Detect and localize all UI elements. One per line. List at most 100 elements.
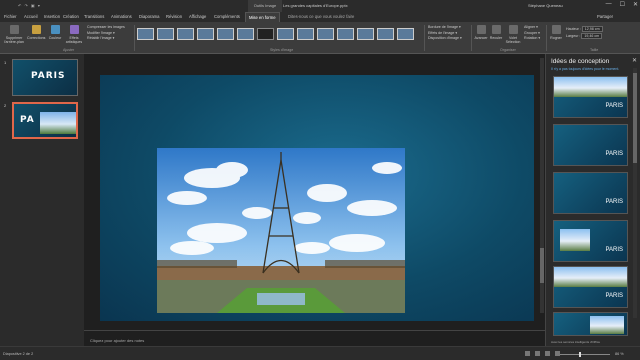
tell-me-search[interactable]: Dites-nous ce que vous voulez faire: [288, 14, 354, 19]
rotate-button[interactable]: Rotation ▾: [524, 36, 540, 42]
picture-style-13[interactable]: [377, 28, 394, 40]
picture-style-3[interactable]: [177, 28, 194, 40]
picture-style-4[interactable]: [197, 28, 214, 40]
slide-thumbnail-1[interactable]: PARIS: [12, 59, 78, 96]
picture-style-6[interactable]: [237, 28, 254, 40]
selection-pane-button[interactable]: Volet Sélection: [504, 25, 522, 44]
design-idea-1[interactable]: PARIS: [553, 76, 628, 118]
tab-diaporama[interactable]: Diaporama: [139, 14, 159, 19]
design-idea-3[interactable]: PARIS: [553, 172, 628, 214]
close-button[interactable]: ✕: [633, 1, 638, 8]
design-pane-scrollbar[interactable]: [633, 68, 637, 318]
picture-style-2[interactable]: [157, 28, 174, 40]
arrange-group-label: Organiser: [500, 48, 516, 52]
eiffel-tower-photo[interactable]: [157, 148, 405, 313]
slide-number: 1: [4, 60, 7, 65]
notes-placeholder[interactable]: Cliquez pour ajouter des notes: [90, 338, 144, 343]
window-controls: — ☐ ✕: [606, 1, 638, 8]
tab-fichier[interactable]: Fichier: [4, 14, 17, 19]
design-idea-6[interactable]: [553, 312, 628, 336]
slide-scrollbar[interactable]: [540, 58, 544, 313]
artistic-effects-button[interactable]: Effets artistiques: [64, 25, 84, 44]
remove-background-icon: [9, 25, 19, 34]
tab-mise-en-forme[interactable]: Mise en forme: [245, 12, 280, 22]
color-button[interactable]: Couleur: [47, 25, 63, 40]
crop-button[interactable]: Rogner: [549, 25, 563, 40]
picture-style-14[interactable]: [397, 28, 414, 40]
separator: [424, 25, 425, 51]
view-buttons: [525, 351, 560, 356]
width-label: Largeur :: [566, 34, 581, 38]
corrections-button[interactable]: Corrections: [27, 25, 45, 40]
tab-revision[interactable]: Révision: [166, 14, 182, 19]
adjust-group-label: Ajuster: [63, 48, 75, 52]
height-row: Hauteur : 12,98 cm: [566, 26, 603, 33]
picture-style-1[interactable]: [137, 28, 154, 40]
tab-complements[interactable]: Compléments: [214, 14, 240, 19]
design-idea-2[interactable]: PARIS: [553, 124, 628, 166]
picture-layout-button[interactable]: Disposition d'image ▾: [428, 36, 462, 42]
status-bar: Diapositive 2 de 2 86 %: [0, 346, 640, 360]
tab-animations[interactable]: Animations: [111, 14, 132, 19]
slide-thumbnail-2[interactable]: PA: [12, 102, 78, 139]
design-ideas-subtitle[interactable]: Il n'y a pas toujours d'idées pour le mo…: [551, 67, 619, 71]
bring-forward-button[interactable]: Avancer: [474, 25, 488, 40]
picture-style-8[interactable]: [277, 28, 294, 40]
normal-view-icon[interactable]: [525, 351, 530, 356]
tab-affichage[interactable]: Affichage: [189, 14, 206, 19]
reading-view-icon[interactable]: [545, 351, 550, 356]
design-idea-image: [560, 229, 590, 251]
ribbon-tabs: Fichier Accueil Insertion Création Trans…: [0, 12, 640, 22]
picture-style-11[interactable]: [337, 28, 354, 40]
slide-thumbnail-image: [40, 112, 76, 134]
tab-insertion[interactable]: Insertion: [44, 14, 60, 19]
tab-accueil[interactable]: Accueil: [24, 14, 38, 19]
picture-border-button[interactable]: Bordure de l'image ▾: [428, 25, 462, 31]
slide-thumbnails-pane: 1 PARIS 2 PA: [0, 54, 84, 346]
remove-background-button[interactable]: Supprimer l'arrière-plan: [3, 25, 25, 44]
picture-styles-group-label: Styles d'image: [270, 48, 294, 52]
compress-pictures-button[interactable]: Compresser les images: [87, 25, 125, 31]
send-backward-button[interactable]: Reculer: [489, 25, 503, 40]
maximize-button[interactable]: ☐: [620, 1, 625, 8]
slide-sorter-icon[interactable]: [535, 351, 540, 356]
design-pane-scrollbar-thumb[interactable]: [633, 73, 637, 163]
slide-thumbnail-title: PARIS: [31, 71, 66, 81]
close-icon[interactable]: ✕: [632, 57, 637, 64]
minimize-button[interactable]: —: [606, 1, 612, 8]
tab-transitions[interactable]: Transitions: [84, 14, 104, 19]
context-tab-picture-tools: Outils Image: [248, 0, 282, 12]
width-row: Largeur : 19,46 cm: [566, 33, 603, 40]
separator: [471, 25, 472, 51]
size-fields: Hauteur : 12,98 cm Largeur : 19,46 cm: [566, 26, 603, 40]
quick-access-toolbar[interactable]: ↶ ↷ ▣ ▾: [18, 3, 41, 8]
picture-style-10[interactable]: [317, 28, 334, 40]
design-idea-label: PARIS: [605, 199, 623, 205]
design-idea-4[interactable]: PARIS: [553, 220, 628, 262]
picture-style-12[interactable]: [357, 28, 374, 40]
slide-scrollbar-thumb[interactable]: [540, 248, 544, 283]
user-name[interactable]: Stéphane Queneau: [528, 3, 563, 8]
picture-style-7[interactable]: [257, 28, 274, 40]
height-label: Hauteur :: [566, 27, 581, 31]
picture-style-5[interactable]: [217, 28, 234, 40]
picture-style-9[interactable]: [297, 28, 314, 40]
tab-creation[interactable]: Création: [63, 14, 79, 19]
crop-icon: [551, 25, 561, 34]
width-field[interactable]: 19,46 cm: [581, 33, 603, 39]
reset-picture-button[interactable]: Rétablir l'image ▾: [87, 36, 125, 42]
adjust-list: Compresser les images Modifier l'image ▾…: [87, 25, 125, 42]
share-button[interactable]: Partager: [597, 14, 613, 19]
height-field[interactable]: 12,98 cm: [581, 26, 603, 32]
artistic-effects-icon: [69, 25, 79, 34]
align-button[interactable]: Aligner ▾: [524, 25, 540, 31]
zoom-slider-knob[interactable]: [579, 352, 581, 357]
zoom-slider[interactable]: [560, 354, 610, 355]
zoom-level[interactable]: 86 %: [615, 352, 624, 356]
title-bar: ↶ ↷ ▣ ▾ Outils Image Les grandes capital…: [0, 0, 640, 12]
design-ideas-pane: Idées de conception ✕ Il n'y a pas toujo…: [545, 54, 640, 346]
design-idea-5[interactable]: PARIS: [553, 266, 628, 308]
picture-styles-gallery: [137, 25, 423, 43]
design-ideas-title: Idées de conception: [551, 58, 610, 65]
design-idea-image: [554, 267, 627, 287]
